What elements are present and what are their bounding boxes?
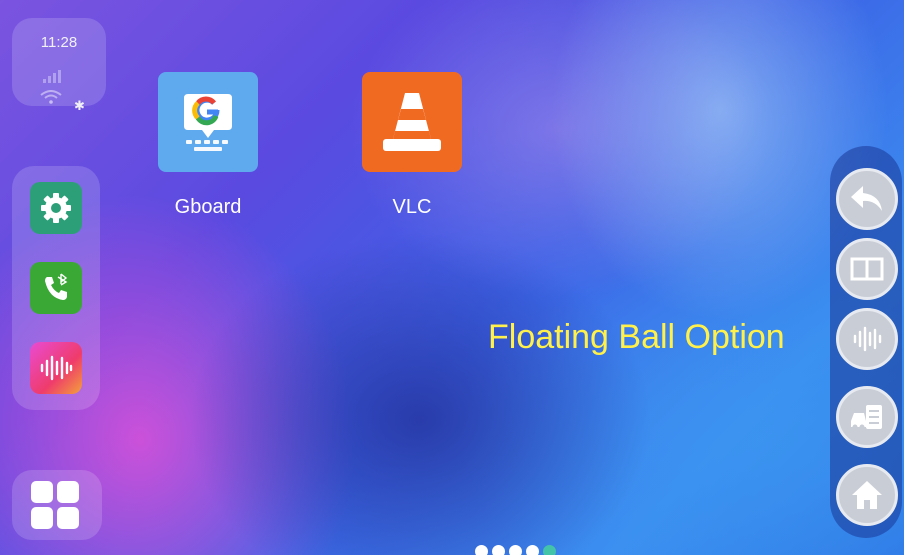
page-dot[interactable] <box>492 545 505 555</box>
settings-app[interactable] <box>30 182 82 234</box>
signal-bars-icon <box>43 70 61 83</box>
car-settings-button[interactable] <box>836 386 898 448</box>
bluetooth-phone-app[interactable] <box>30 262 82 314</box>
status-card: 11:28 ✱ <box>12 18 106 113</box>
sound-wave-icon <box>853 326 882 352</box>
floating-ball-caption: Floating Ball Option <box>488 318 785 356</box>
app-drawer-button[interactable] <box>12 470 102 540</box>
page-dot[interactable] <box>543 545 556 555</box>
gboard-icon <box>184 94 232 151</box>
phone-bluetooth-icon <box>45 273 68 300</box>
split-screen-button[interactable] <box>836 238 898 300</box>
page-dot[interactable] <box>475 545 488 555</box>
split-screen-icon <box>850 257 884 281</box>
clock: 11:28 <box>40 34 78 51</box>
gboard-app[interactable]: Gboard <box>148 72 268 219</box>
floating-ball-panel <box>830 146 902 538</box>
back-button[interactable] <box>836 168 898 230</box>
voice-button[interactable] <box>836 308 898 370</box>
grid-icon <box>31 481 79 529</box>
app-label: Gboard <box>174 196 242 218</box>
vlc-tile <box>362 72 462 172</box>
home-icon <box>852 481 882 509</box>
home-button[interactable] <box>836 464 898 526</box>
app-label: VLC <box>392 196 432 218</box>
back-arrow-icon <box>851 186 882 211</box>
bluetooth-icon: ✱ <box>74 98 85 113</box>
gboard-tile <box>158 72 258 172</box>
car-menu-icon <box>851 405 882 430</box>
audio-app[interactable] <box>30 342 82 394</box>
page-indicator <box>475 545 556 555</box>
sound-wave-icon <box>40 355 73 381</box>
vlc-cone-icon <box>383 93 441 151</box>
page-dot[interactable] <box>526 545 539 555</box>
wifi-icon <box>40 90 62 104</box>
page-dot[interactable] <box>509 545 522 555</box>
home-screen: 11:28 ✱ Gboard VLC Floating Ball Option <box>0 0 904 555</box>
gear-icon <box>41 193 71 223</box>
dock <box>12 166 100 410</box>
vlc-app[interactable]: VLC <box>352 72 472 219</box>
